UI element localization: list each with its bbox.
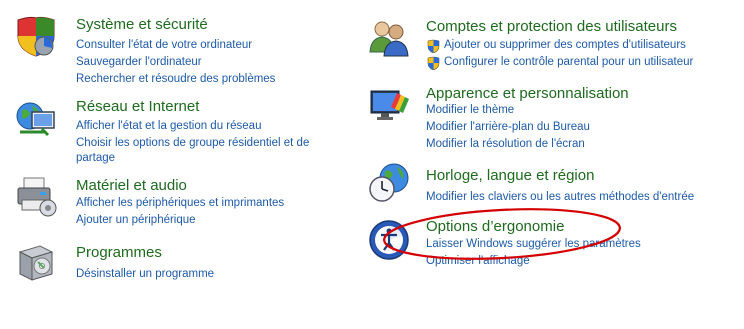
category-title-appearance[interactable]: Apparence et personnalisation (426, 84, 629, 103)
link-troubleshoot[interactable]: Rechercher et résoudre des problèmes (76, 72, 275, 87)
category-title-network[interactable]: Réseau et Internet (76, 97, 199, 116)
link-uninstall-program[interactable]: Désinstaller un programme (76, 267, 214, 282)
network-globe-icon[interactable] (14, 98, 58, 142)
link-change-desktop-background[interactable]: Modifier l'arrière-plan du Bureau (426, 120, 590, 135)
link-change-screen-resolution[interactable]: Modifier la résolution de l'écran (426, 137, 585, 152)
ease-of-access-icon[interactable] (367, 218, 411, 262)
category-title-ease-of-access[interactable]: Options d’ergonomie (426, 217, 564, 236)
link-optimize-display[interactable]: Optimiser l'affichage (426, 254, 530, 269)
printer-icon[interactable] (14, 174, 58, 218)
link-parental-controls[interactable]: Configurer le contrôle parental pour un … (444, 55, 693, 70)
category-title-clock[interactable]: Horloge, langue et région (426, 166, 594, 185)
category-title-accounts[interactable]: Comptes et protection des utilisateurs (426, 17, 677, 36)
category-title-programs[interactable]: Programmes (76, 243, 162, 262)
clock-globe-icon[interactable] (367, 161, 411, 205)
programs-box-icon[interactable] (14, 240, 58, 284)
link-change-keyboards[interactable]: Modifier les claviers ou les autres méth… (426, 190, 694, 205)
link-homegroup-options[interactable]: Choisir les options de groupe résidentie… (76, 136, 326, 166)
shield-icon[interactable] (14, 14, 58, 58)
monitor-brush-icon[interactable] (367, 85, 411, 129)
link-backup-computer[interactable]: Sauvegarder l'ordinateur (76, 55, 202, 70)
link-add-remove-accounts[interactable]: Ajouter ou supprimer des comptes d'utili… (444, 38, 686, 53)
uac-shield-icon (427, 39, 440, 53)
category-title-hardware[interactable]: Matériel et audio (76, 176, 187, 195)
users-icon[interactable] (367, 16, 411, 60)
uac-shield-icon (427, 56, 440, 70)
link-view-computer-status[interactable]: Consulter l'état de votre ordinateur (76, 38, 252, 53)
category-title-security[interactable]: Système et sécurité (76, 15, 208, 34)
link-devices-printers[interactable]: Afficher les périphériques et imprimante… (76, 196, 284, 211)
link-add-device[interactable]: Ajouter un périphérique (76, 213, 196, 228)
link-let-windows-suggest-settings[interactable]: Laisser Windows suggérer les paramètres (426, 237, 641, 252)
link-change-theme[interactable]: Modifier le thème (426, 103, 514, 118)
link-network-status[interactable]: Afficher l'état et la gestion du réseau (76, 119, 261, 134)
